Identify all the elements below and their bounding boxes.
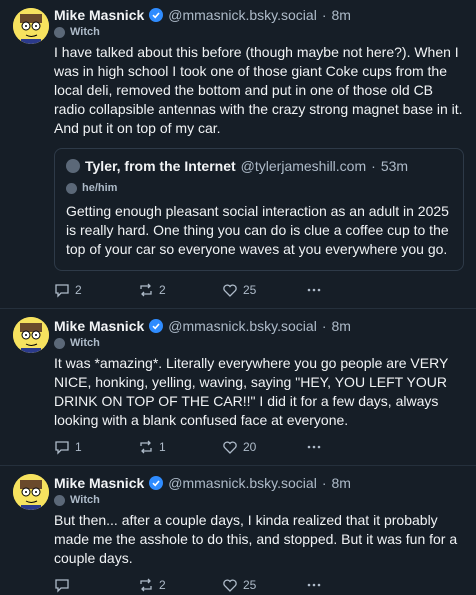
like-button[interactable]: 25: [222, 577, 306, 593]
heart-icon: [223, 441, 237, 454]
more-dots-icon: [307, 583, 321, 587]
pronoun-text: Witch: [70, 494, 100, 506]
separator: ·: [321, 318, 327, 334]
more-options-button[interactable]: [306, 439, 322, 455]
quote-timestamp: 53m: [380, 158, 409, 174]
reply-button[interactable]: 1: [54, 439, 138, 455]
reply-count: 1: [75, 440, 82, 454]
quoted-post[interactable]: Tyler, from the Internet @tylerjameshill…: [54, 148, 464, 271]
pronoun-avatar-icon: [66, 182, 77, 194]
more-options-button[interactable]: [306, 282, 322, 298]
like-button[interactable]: 20: [222, 439, 306, 455]
avatar[interactable]: [13, 317, 49, 353]
repost-icon: [140, 578, 152, 592]
post-text: But then... after a couple days, I kinda…: [54, 512, 458, 566]
pronoun-row: Witch: [54, 494, 464, 506]
reply-icon: [55, 579, 69, 593]
separator: ·: [321, 7, 327, 23]
separator: ·: [371, 158, 376, 174]
like-count: 25: [243, 578, 257, 592]
quote-author-handle: @tylerjameshill.com: [240, 158, 367, 174]
post-actions: 2 2 25: [54, 280, 464, 300]
post-actions: 2 25: [54, 575, 464, 595]
repost-button[interactable]: 2: [138, 577, 222, 593]
repost-button[interactable]: 2: [138, 282, 222, 298]
author-name[interactable]: Mike Masnick: [54, 317, 144, 335]
repost-icon: [140, 440, 152, 454]
more-dots-icon: [307, 288, 321, 292]
quote-pronoun-row: he/him: [66, 182, 452, 194]
verified-check-icon: [149, 319, 164, 333]
post-2[interactable]: Mike Masnick @mmasnick.bsky.social · 8m …: [0, 309, 476, 466]
reply-icon: [55, 441, 69, 455]
avatar[interactable]: [13, 8, 49, 44]
like-count: 25: [243, 283, 257, 297]
pronoun-row: Witch: [54, 26, 464, 38]
pronoun-avatar-icon: [54, 337, 65, 349]
post-text: It was *amazing*. Literally everywhere y…: [54, 355, 449, 428]
repost-icon: [140, 283, 152, 297]
repost-count: 2: [159, 578, 166, 592]
like-button[interactable]: 25: [222, 282, 306, 298]
verified-check-icon: [149, 8, 164, 22]
repost-count: 1: [159, 440, 166, 454]
author-handle[interactable]: @mmasnick.bsky.social: [168, 474, 317, 492]
repost-button[interactable]: 1: [138, 439, 222, 455]
more-options-button[interactable]: [306, 577, 322, 593]
reply-icon: [55, 284, 69, 298]
avatar-image: [13, 317, 49, 353]
repost-count: 2: [159, 283, 166, 297]
separator: ·: [321, 475, 327, 491]
author-name[interactable]: Mike Masnick: [54, 6, 144, 24]
timestamp[interactable]: 8m: [331, 317, 350, 335]
pronoun-avatar-icon: [54, 494, 65, 506]
more-dots-icon: [307, 445, 321, 449]
post-text: I have talked about this before (though …: [54, 44, 463, 136]
quote-author-name: Tyler, from the Internet: [85, 158, 236, 174]
quote-pronoun-text: he/him: [82, 182, 118, 194]
timestamp[interactable]: 8m: [331, 6, 350, 24]
post-3[interactable]: Mike Masnick @mmasnick.bsky.social · 8m …: [0, 466, 476, 595]
timestamp[interactable]: 8m: [331, 474, 350, 492]
pronoun-row: Witch: [54, 337, 464, 349]
reply-button[interactable]: 2: [54, 282, 138, 298]
reply-count: 2: [75, 283, 82, 297]
heart-icon: [223, 284, 237, 297]
quote-avatar: [66, 159, 80, 173]
post-1[interactable]: Mike Masnick @mmasnick.bsky.social · 8m …: [0, 0, 476, 309]
like-count: 20: [243, 440, 257, 454]
pronoun-text: Witch: [70, 337, 100, 349]
author-name[interactable]: Mike Masnick: [54, 474, 144, 492]
avatar[interactable]: [13, 474, 49, 510]
heart-icon: [223, 579, 237, 592]
post-actions: 1 1 20: [54, 437, 464, 457]
avatar-image: [13, 474, 49, 510]
avatar-image: [13, 8, 49, 44]
author-handle[interactable]: @mmasnick.bsky.social: [168, 317, 317, 335]
quote-text: Getting enough pleasant social interacti…: [66, 203, 449, 257]
reply-button[interactable]: [54, 577, 138, 593]
author-handle[interactable]: @mmasnick.bsky.social: [168, 6, 317, 24]
verified-check-icon: [149, 476, 164, 490]
pronoun-text: Witch: [70, 26, 100, 38]
pronoun-avatar-icon: [54, 26, 65, 38]
